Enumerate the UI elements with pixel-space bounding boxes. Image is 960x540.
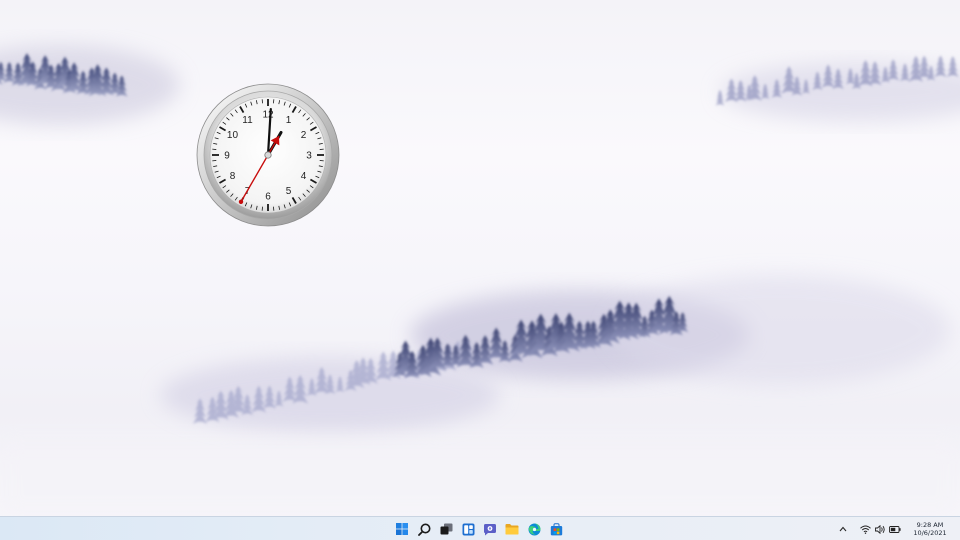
clock-numeral: 5 <box>286 186 292 197</box>
search-button[interactable] <box>414 519 434 539</box>
taskbar-date: 10/6/2021 <box>913 529 947 537</box>
battery-icon <box>889 525 901 533</box>
edge-button[interactable] <box>524 519 544 539</box>
teams-chat-icon <box>484 523 496 535</box>
widgets-button[interactable] <box>458 519 478 539</box>
task-view-icon <box>440 523 452 535</box>
clock-numeral: 4 <box>301 171 307 182</box>
clock-numeral: 12 <box>262 110 274 121</box>
search-icon <box>417 523 430 536</box>
widgets-icon <box>462 523 474 535</box>
store-bag-icon <box>550 522 562 535</box>
wifi-icon <box>859 525 871 534</box>
clock-numeral: 10 <box>227 130 239 141</box>
clock-numeral: 2 <box>301 130 307 141</box>
clock-numeral: 9 <box>224 151 230 162</box>
clock-numeral: 8 <box>230 171 236 182</box>
chat-button[interactable] <box>480 519 500 539</box>
start-button[interactable] <box>392 519 412 539</box>
clock-gadget[interactable]: 121234567891011 <box>196 83 340 227</box>
taskbar-clock[interactable]: 9:28 AM 10/6/2021 <box>908 518 952 540</box>
clock-numeral: 1 <box>286 115 292 126</box>
file-explorer-button[interactable] <box>502 519 522 539</box>
clock-numeral: 3 <box>306 151 312 162</box>
clock-numeral: 11 <box>242 115 253 126</box>
clock-center-cap <box>264 151 272 159</box>
system-tray: 9:28 AM 10/6/2021 <box>836 517 960 540</box>
tray-overflow-button[interactable] <box>836 519 850 539</box>
wifi-status <box>858 519 872 539</box>
windows-logo-icon <box>396 523 408 535</box>
task-view-button[interactable] <box>436 519 456 539</box>
desktop[interactable]: 121234567891011 <box>0 0 960 516</box>
wallpaper-misty-forest <box>0 45 960 516</box>
folder-icon <box>505 524 519 535</box>
quick-settings-button[interactable] <box>858 519 902 539</box>
speaker-icon <box>874 524 885 534</box>
show-desktop-button[interactable] <box>956 517 960 540</box>
taskbar: 9:28 AM 10/6/2021 <box>0 516 960 540</box>
chevron-up-icon <box>839 526 847 532</box>
taskbar-pinned-apps <box>392 519 566 539</box>
store-button[interactable] <box>546 519 566 539</box>
volume-status <box>873 519 887 539</box>
battery-status <box>888 519 902 539</box>
clock-numeral: 6 <box>265 192 271 203</box>
edge-browser-icon <box>528 523 540 535</box>
taskbar-time: 9:28 AM <box>916 521 944 529</box>
